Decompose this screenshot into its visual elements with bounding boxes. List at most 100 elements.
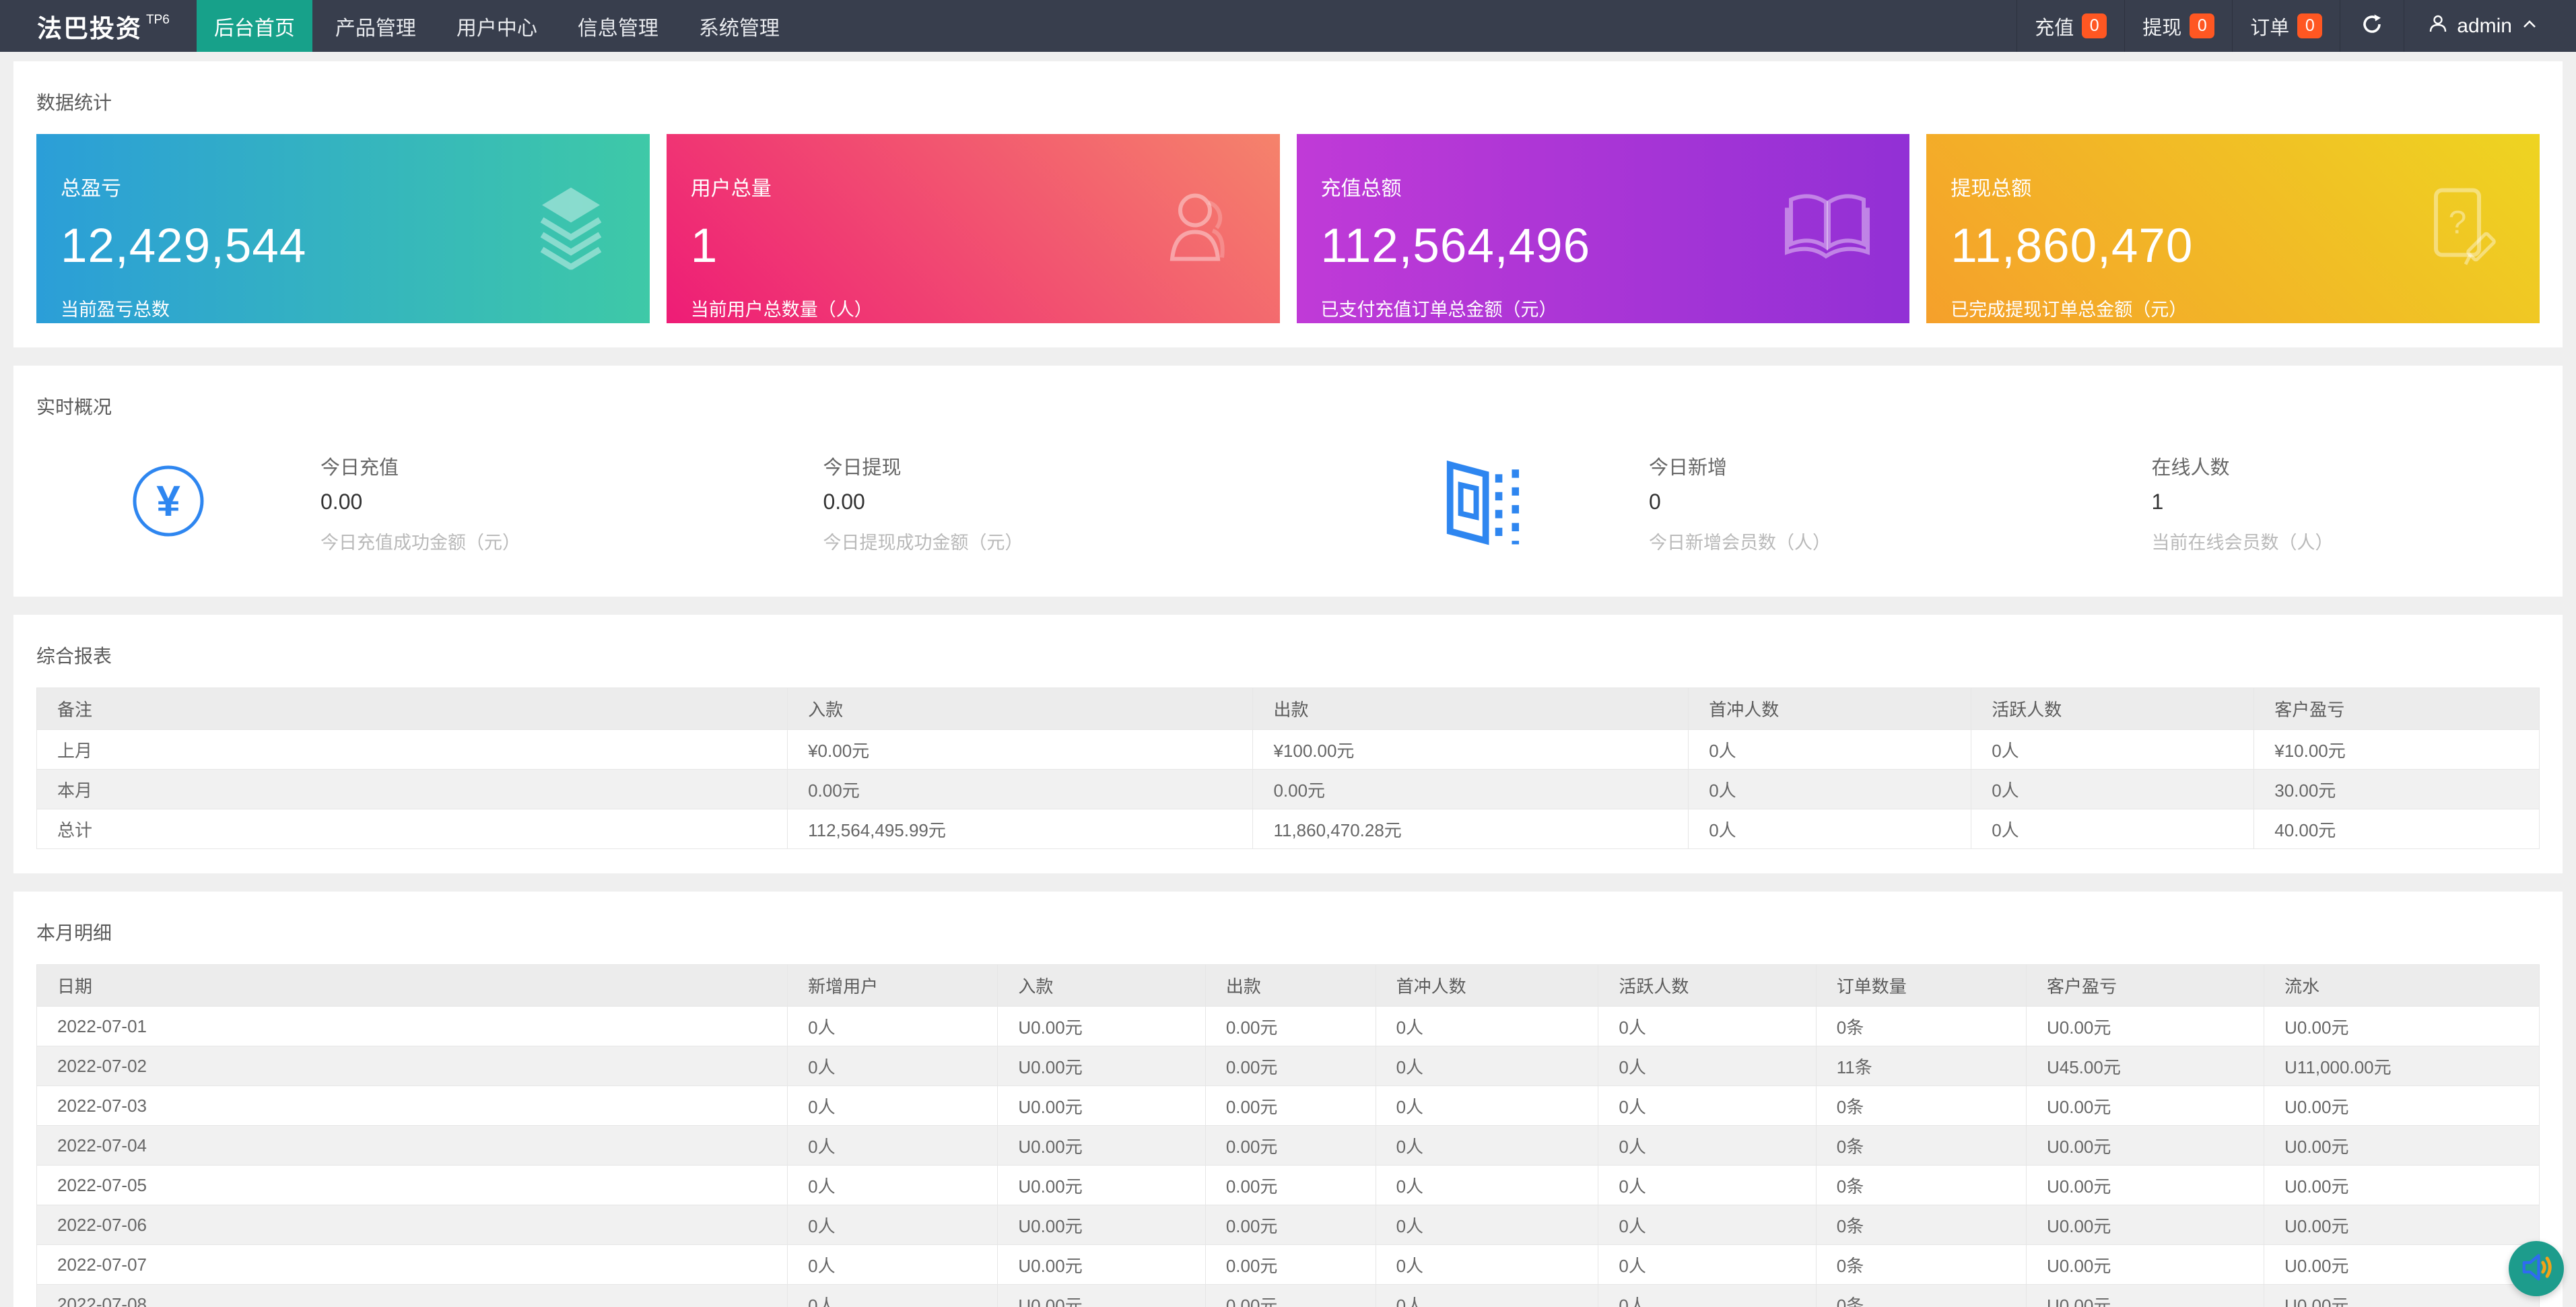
table-row: 2022-07-010人U0.00元0.00元0人0人0条U0.00元U0.00… xyxy=(37,1007,2540,1046)
table-cell: 0.00元 xyxy=(1253,770,1689,809)
recharge-count-badge: 0 xyxy=(2082,13,2107,38)
month-detail-table: 日期新增用户入款出款首冲人数活跃人数订单数量客户盈亏流水2022-07-010人… xyxy=(36,964,2540,1307)
table-row: 2022-07-040人U0.00元0.00元0人0人0条U0.00元U0.00… xyxy=(37,1126,2540,1166)
table-cell: 0人 xyxy=(1689,770,1971,809)
table-cell: 2022-07-04 xyxy=(37,1126,788,1166)
notification-label: 提现 xyxy=(2142,12,2181,40)
report-title: 综合报表 xyxy=(36,642,2540,669)
table-header-row: 日期新增用户入款出款首冲人数活跃人数订单数量客户盈亏流水 xyxy=(37,965,2540,1007)
table-cell: U0.00元 xyxy=(2264,1205,2540,1245)
menu-item-home[interactable]: 后台首页 xyxy=(197,0,312,52)
table-cell: 0人 xyxy=(1376,1007,1598,1046)
dashboard-page: 法巴投资 TP6 后台首页 产品管理 用户中心 信息管理 系统管理 充值 0 提… xyxy=(0,0,2576,1307)
table-cell: 0条 xyxy=(1816,1205,2026,1245)
table-cell: ¥100.00元 xyxy=(1253,730,1689,770)
top-navbar: 法巴投资 TP6 后台首页 产品管理 用户中心 信息管理 系统管理 充值 0 提… xyxy=(0,0,2576,52)
table-cell: U0.00元 xyxy=(2264,1086,2540,1126)
user-name: admin xyxy=(2457,15,2512,38)
svg-text:¥: ¥ xyxy=(156,477,180,525)
stat-value: 0.00 xyxy=(320,490,709,514)
stat-label: 在线人数 xyxy=(2152,452,2540,480)
layers-icon xyxy=(531,185,611,273)
table-cell: 0人 xyxy=(788,1285,998,1307)
table-cell: 0.00元 xyxy=(1205,1166,1376,1205)
table-cell: 0人 xyxy=(1971,770,2254,809)
stat-label: 今日提现 xyxy=(823,452,1212,480)
announcement-fab-button[interactable] xyxy=(2509,1241,2564,1296)
menu-item-products[interactable]: 产品管理 xyxy=(318,0,434,52)
table-cell: 0.00元 xyxy=(1205,1245,1376,1285)
menu-item-information[interactable]: 信息管理 xyxy=(560,0,676,52)
table-cell: 0人 xyxy=(788,1126,998,1166)
table-cell: 0人 xyxy=(1971,730,2254,770)
table-cell: 0.00元 xyxy=(1205,1086,1376,1126)
table-row: 2022-07-050人U0.00元0.00元0人0人0条U0.00元U0.00… xyxy=(37,1166,2540,1205)
report-panel: 综合报表 备注入款出款首冲人数活跃人数客户盈亏上月¥0.00元¥100.00元0… xyxy=(13,615,2563,873)
order-notification[interactable]: 订单 0 xyxy=(2232,0,2340,52)
menu-item-system[interactable]: 系统管理 xyxy=(681,0,797,52)
column-header: 活跃人数 xyxy=(1971,688,2254,730)
user-dropdown[interactable]: admin xyxy=(2404,0,2576,52)
stat-caption: 今日提现成功金额（元） xyxy=(823,528,1212,554)
stat-value: 0.00 xyxy=(823,490,1212,514)
stat-cards-row: 总盈亏 12,429,544 当前盈亏总数 用户总量 1 当前用户总数量（人） xyxy=(36,134,2540,323)
table-row: 2022-07-030人U0.00元0.00元0人0人0条U0.00元U0.00… xyxy=(37,1086,2540,1126)
card-caption: 已支付充值订单总金额（元） xyxy=(1321,295,1879,321)
card-caption: 已完成提现订单总金额（元） xyxy=(1951,295,2509,321)
refresh-button[interactable] xyxy=(2340,0,2404,52)
user-icon xyxy=(2427,13,2449,40)
yen-circle-icon: ¥ xyxy=(131,463,206,542)
table-cell: 0人 xyxy=(1376,1126,1598,1166)
menu-item-label: 产品管理 xyxy=(335,11,416,41)
table-cell: U0.00元 xyxy=(2264,1285,2540,1307)
column-header: 客户盈亏 xyxy=(2026,965,2264,1007)
table-cell: 2022-07-06 xyxy=(37,1205,788,1245)
table-cell: U0.00元 xyxy=(998,1046,1206,1086)
table-cell: U0.00元 xyxy=(2026,1007,2264,1046)
table-cell: 0条 xyxy=(1816,1285,2026,1307)
table-row: 2022-07-070人U0.00元0.00元0人0人0条U0.00元U0.00… xyxy=(37,1245,2540,1285)
table-cell: U0.00元 xyxy=(2026,1126,2264,1166)
column-header: 日期 xyxy=(37,965,788,1007)
refresh-icon xyxy=(2361,13,2383,39)
navbar-right: 充值 0 提现 0 订单 0 admin xyxy=(2016,0,2576,52)
column-header: 备注 xyxy=(37,688,788,730)
table-row: 2022-07-060人U0.00元0.00元0人0人0条U0.00元U0.00… xyxy=(37,1205,2540,1245)
table-cell: 0条 xyxy=(1816,1126,2026,1166)
menu-item-label: 后台首页 xyxy=(214,11,295,41)
document-question-icon: ? xyxy=(2421,185,2501,273)
table-cell: U0.00元 xyxy=(2264,1245,2540,1285)
table-cell: U0.00元 xyxy=(998,1245,1206,1285)
order-count-badge: 0 xyxy=(2297,13,2322,38)
total-withdraw-card: 提现总额 11,860,470 已完成提现订单总金额（元） ? xyxy=(1926,134,2540,323)
realtime-title: 实时概况 xyxy=(36,393,2540,420)
today-withdraw-stat: 今日提现 0.00 今日提现成功金额（元） xyxy=(823,452,1212,554)
table-header-row: 备注入款出款首冲人数活跃人数客户盈亏 xyxy=(37,688,2540,730)
table-cell: 总计 xyxy=(37,809,788,849)
table-cell: 0.00元 xyxy=(1205,1126,1376,1166)
recharge-notification[interactable]: 充值 0 xyxy=(2016,0,2124,52)
table-cell: U0.00元 xyxy=(2264,1166,2540,1205)
menu-item-label: 系统管理 xyxy=(699,11,780,41)
table-cell: U0.00元 xyxy=(2026,1285,2264,1307)
notification-label: 订单 xyxy=(2250,12,2289,40)
table-cell: 0条 xyxy=(1816,1086,2026,1126)
table-row: 2022-07-080人U0.00元0.00元0人0人0条U0.00元U0.00… xyxy=(37,1285,2540,1307)
today-new-users-stat: 今日新增 0 今日新增会员数（人） xyxy=(1649,452,2037,554)
table-cell: 2022-07-02 xyxy=(37,1046,788,1086)
table-row: 上月¥0.00元¥100.00元0人0人¥10.00元 xyxy=(37,730,2540,770)
total-recharge-card: 充值总额 112,564,496 已支付充值订单总金额（元） xyxy=(1297,134,1910,323)
menu-item-users[interactable]: 用户中心 xyxy=(439,0,555,52)
table-cell: 上月 xyxy=(37,730,788,770)
book-icon xyxy=(1784,190,1870,267)
table-cell: 30.00元 xyxy=(2254,770,2540,809)
table-cell: 0人 xyxy=(1598,1205,1816,1245)
building-icon xyxy=(1433,450,1534,555)
brand-logo[interactable]: 法巴投资 TP6 xyxy=(0,0,197,52)
table-cell: 0人 xyxy=(1376,1285,1598,1307)
withdraw-notification[interactable]: 提现 0 xyxy=(2124,0,2232,52)
column-header: 首冲人数 xyxy=(1689,688,1971,730)
menu-item-label: 用户中心 xyxy=(456,11,537,41)
report-table: 备注入款出款首冲人数活跃人数客户盈亏上月¥0.00元¥100.00元0人0人¥1… xyxy=(36,688,2540,849)
brand-version: TP6 xyxy=(146,13,170,28)
